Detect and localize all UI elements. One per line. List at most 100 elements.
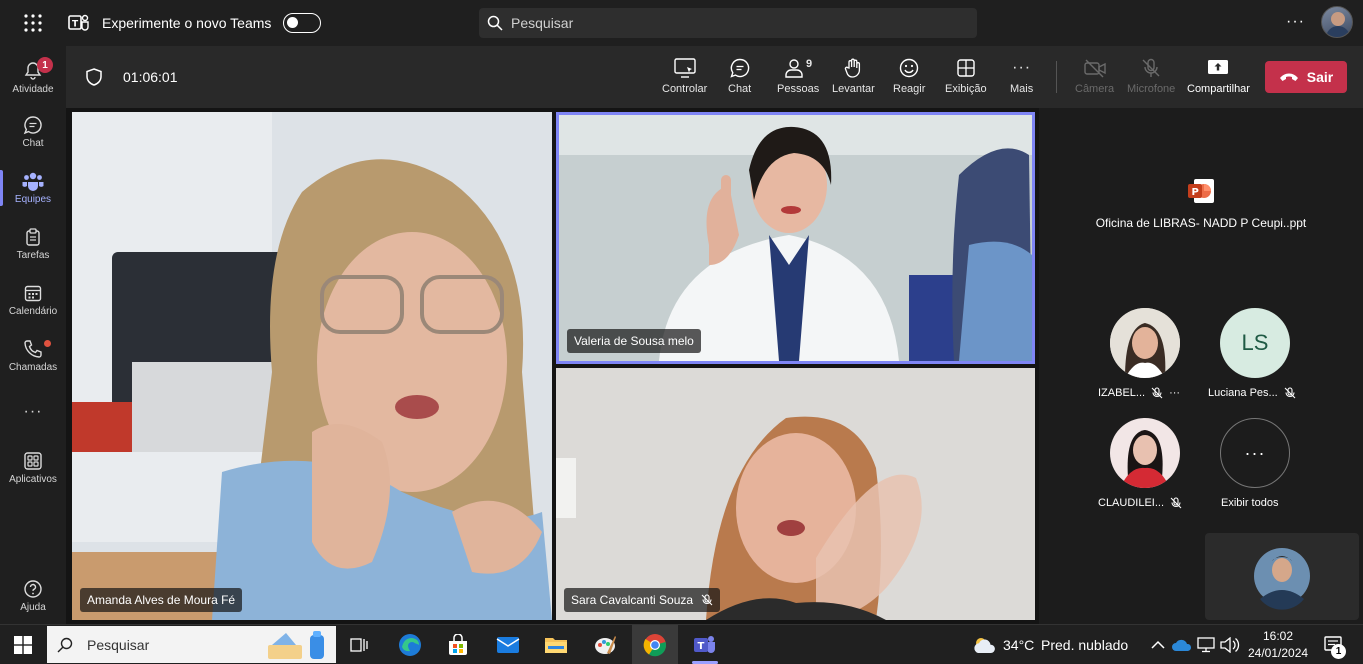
- more-icon: ···: [1244, 442, 1266, 463]
- microsoft-store-icon[interactable]: [443, 630, 473, 660]
- svg-text:T: T: [698, 641, 705, 652]
- participant-avatar-claudilei[interactable]: [1110, 418, 1180, 488]
- notification-count-badge: 1: [1331, 644, 1346, 659]
- weather-temperature: 34°C: [1003, 637, 1035, 653]
- show-all-button[interactable]: ···: [1220, 418, 1290, 488]
- rail-item-chamadas[interactable]: Chamadas: [0, 330, 66, 382]
- video-tile-valeria[interactable]: Valeria de Sousa melo: [556, 112, 1035, 364]
- participant-avatar-izabel[interactable]: [1110, 308, 1180, 378]
- raise-hand-button[interactable]: Levantar: [832, 58, 875, 100]
- react-label: Reagir: [893, 83, 926, 95]
- participant-video-feed: [72, 112, 552, 620]
- phone-icon: [24, 340, 42, 358]
- mic-button[interactable]: Microfone: [1127, 58, 1175, 100]
- participant-video-feed: [556, 368, 1035, 620]
- rail-item-tarefas[interactable]: Tarefas: [0, 218, 66, 270]
- participant-avatar-luciana[interactable]: LS: [1220, 308, 1290, 378]
- more-icon[interactable]: ···: [1169, 387, 1180, 399]
- rail-more-apps[interactable]: ···: [0, 386, 66, 438]
- search-box[interactable]: [479, 8, 977, 38]
- mic-off-icon: [701, 594, 713, 606]
- more-options-icon[interactable]: ···: [1286, 13, 1305, 31]
- camera-button[interactable]: Câmera: [1075, 58, 1114, 100]
- top-bar: T Experimente o novo Teams ···: [0, 0, 1363, 46]
- search-icon: [487, 15, 503, 31]
- video-tile-amanda[interactable]: Amanda Alves de Moura Fé: [72, 112, 552, 620]
- task-view-icon[interactable]: [344, 630, 374, 660]
- search-highlight-icon: [268, 630, 324, 659]
- svg-text:T: T: [72, 20, 79, 30]
- taskbar-search[interactable]: Pesquisar: [47, 626, 336, 663]
- windows-taskbar: Pesquisar T 34°C Pred. nublado 16:02 24/…: [0, 624, 1363, 664]
- self-view[interactable]: [1205, 533, 1359, 620]
- show-all-label: Exibir todos: [1221, 497, 1279, 509]
- mail-icon[interactable]: [493, 630, 523, 660]
- clock-time[interactable]: 16:02: [1263, 629, 1293, 643]
- file-explorer-icon[interactable]: [541, 630, 571, 660]
- react-button[interactable]: Reagir: [893, 58, 925, 100]
- rail-item-label: Ajuda: [20, 602, 46, 613]
- participant-row-luciana: Luciana Pes...: [1208, 387, 1296, 399]
- control-label: Controlar: [662, 83, 708, 95]
- toolbar-divider: [1056, 61, 1057, 93]
- app-launcher-icon[interactable]: [0, 0, 66, 46]
- try-new-teams-label: Experimente o novo Teams: [102, 15, 272, 31]
- volume-icon[interactable]: [1215, 630, 1245, 660]
- rail-item-ajuda[interactable]: Ajuda: [0, 570, 66, 622]
- clock-date[interactable]: 24/01/2024: [1248, 646, 1308, 660]
- mic-label: Microfone: [1127, 83, 1176, 95]
- rail-item-atividade[interactable]: Atividade 1: [0, 52, 66, 104]
- hang-up-icon: [1279, 73, 1298, 81]
- mic-off-icon: [1170, 497, 1182, 509]
- rail-item-label: Calendário: [8, 306, 58, 317]
- powerpoint-icon: P: [1188, 179, 1214, 203]
- paint-icon[interactable]: [590, 630, 620, 660]
- edge-browser-icon[interactable]: [395, 630, 425, 660]
- view-button[interactable]: Exibição: [945, 58, 987, 100]
- chrome-icon[interactable]: [640, 630, 670, 660]
- share-button[interactable]: Compartilhar: [1187, 58, 1250, 100]
- share-screen-icon: [1208, 60, 1229, 74]
- windows-start-icon[interactable]: [8, 630, 38, 660]
- control-button[interactable]: Controlar: [662, 58, 707, 100]
- shield-icon[interactable]: [86, 68, 102, 86]
- chat-button[interactable]: Chat: [728, 58, 751, 100]
- emoji-icon: [900, 58, 919, 78]
- shared-file-name: Oficina de LIBRAS- NADD P Ceupi..ppt: [1095, 216, 1307, 230]
- rail-item-label: Aplicativos: [9, 474, 57, 485]
- more-icon: ···: [23, 403, 43, 420]
- show-all-label-row: Exibir todos: [1221, 497, 1278, 509]
- video-tile-sara[interactable]: Sara Cavalcanti Souza: [556, 368, 1035, 620]
- search-icon: [57, 637, 73, 652]
- people-button[interactable]: 9 Pessoas: [777, 58, 819, 100]
- shared-content[interactable]: P Oficina de LIBRAS- NADD P Ceupi..ppt: [1039, 176, 1363, 230]
- participant-row-claudilei: CLAUDILEI...: [1098, 497, 1182, 509]
- rail-item-aplicativos[interactable]: Aplicativos: [0, 442, 66, 494]
- search-input[interactable]: [511, 15, 951, 31]
- taskbar-search-label: Pesquisar: [87, 636, 150, 653]
- rail-item-chat[interactable]: Chat: [0, 106, 66, 158]
- chat-icon: [23, 116, 42, 135]
- participant-name: Valeria de Sousa melo: [574, 334, 694, 348]
- share-label: Compartilhar: [1187, 83, 1250, 95]
- participant-name: CLAUDILEI...: [1098, 497, 1165, 509]
- new-teams-toggle[interactable]: [283, 13, 322, 33]
- meeting-toolbar: 01:06:01 Controlar Chat 9 Pessoas Levant…: [66, 46, 1363, 108]
- leave-button[interactable]: Sair: [1265, 61, 1347, 93]
- participant-name-tag: Sara Cavalcanti Souza: [564, 588, 721, 612]
- user-avatar[interactable]: [1321, 6, 1353, 38]
- view-label: Exibição: [945, 83, 987, 95]
- participant-name: Amanda Alves de Moura Fé: [87, 593, 236, 607]
- leave-label: Sair: [1306, 69, 1334, 85]
- participant-count: 9: [806, 58, 813, 70]
- calls-notification-dot: [44, 340, 51, 347]
- more-label: Mais: [1010, 83, 1034, 95]
- weather-icon[interactable]: [969, 630, 999, 660]
- meeting-stage: Amanda Alves de Moura Fé Valeria de Sous…: [66, 108, 1363, 624]
- rail-item-calendario[interactable]: Calendário: [0, 274, 66, 326]
- teams-taskbar-icon[interactable]: T: [690, 630, 720, 660]
- rail-item-equipes[interactable]: Equipes: [0, 162, 66, 214]
- more-button[interactable]: ··· Mais: [1010, 58, 1033, 100]
- participant-video-feed: [559, 115, 1032, 361]
- participant-name: IZABEL...: [1098, 387, 1146, 399]
